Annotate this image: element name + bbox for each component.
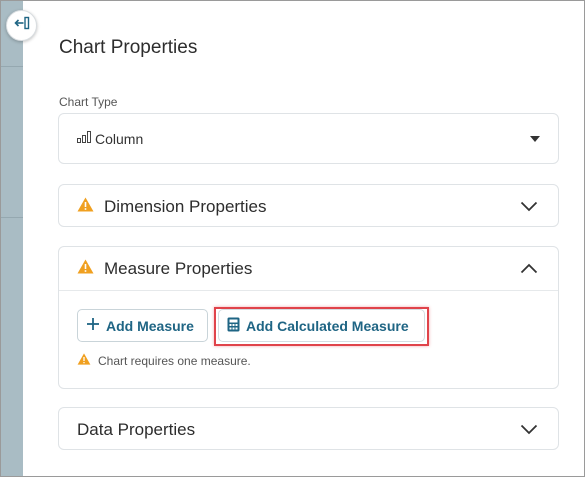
chevron-up-icon [520, 261, 538, 279]
left-strip [1, 1, 23, 476]
highlight-box [214, 307, 429, 346]
data-properties-header[interactable]: Data Properties [59, 408, 558, 451]
dimension-properties-header[interactable]: Dimension Properties [59, 185, 558, 228]
warning-icon [77, 259, 94, 279]
strip-divider [1, 66, 23, 67]
chart-type-select[interactable]: Column [58, 113, 559, 164]
warning-icon [77, 353, 91, 368]
chart-type-value: Column [95, 130, 144, 147]
warning-icon [77, 197, 94, 217]
add-measure-button[interactable]: Add Measure [77, 309, 208, 342]
chart-properties-window: Chart Properties Chart Type Column Dimen… [0, 0, 585, 477]
column-chart-icon [77, 130, 91, 148]
data-properties-title: Data Properties [77, 419, 196, 439]
measure-properties-title: Measure Properties [104, 258, 253, 278]
data-properties-section: Data Properties [58, 407, 559, 450]
chart-type-label: Chart Type [59, 95, 118, 109]
measure-requirement-text: Chart requires one measure. [98, 353, 251, 368]
dropdown-caret-icon [530, 136, 540, 142]
dimension-properties-title: Dimension Properties [104, 196, 267, 216]
collapse-panel-button[interactable] [6, 10, 37, 41]
chevron-down-icon [520, 422, 538, 440]
plus-icon [86, 317, 100, 334]
dimension-properties-section: Dimension Properties [58, 184, 559, 227]
chevron-down-icon [520, 199, 538, 217]
measure-requirement-hint: Chart requires one measure. [77, 353, 251, 368]
measure-properties-header[interactable]: Measure Properties [59, 247, 558, 290]
strip-divider [1, 217, 23, 218]
panel-title: Chart Properties [59, 37, 198, 58]
add-measure-label: Add Measure [106, 317, 194, 334]
collapse-panel-icon [13, 16, 30, 35]
